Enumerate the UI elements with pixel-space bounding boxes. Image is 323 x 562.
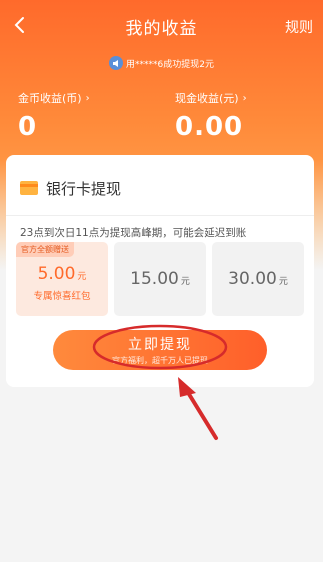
- speaker-icon: [109, 56, 124, 70]
- page-title: 我的收益: [125, 18, 198, 39]
- amount-value: 15.00 元: [130, 269, 190, 289]
- amount-number: 30.00: [228, 269, 277, 289]
- withdraw-notice: 用*****6成功提现2元: [0, 54, 323, 72]
- red-packet-label: 专属惊喜红包: [33, 291, 91, 302]
- peak-hint: 23点到次日11点为提现高峰期，可能会延迟到账: [20, 227, 247, 239]
- notice-text: 用*****6成功提现2元: [126, 59, 214, 70]
- amount-unit: 元: [77, 272, 87, 282]
- chevron-left-icon: [14, 17, 24, 33]
- withdraw-now-label: 立即提现: [128, 337, 192, 353]
- coin-balance-value: 0: [18, 112, 38, 142]
- nav-bar: 我的收益 规则: [0, 0, 323, 52]
- amount-value: 5.00 元: [38, 264, 87, 284]
- amount-number: 5.00: [37, 264, 76, 284]
- chevron-right-icon: ›: [242, 92, 247, 104]
- gift-badge: 官方全额赠送: [16, 242, 74, 257]
- amount-option-30[interactable]: 30.00 元: [212, 242, 304, 316]
- cash-balance-value: 0.00: [175, 112, 244, 142]
- coin-balance-label: 金币收益(币): [18, 92, 82, 105]
- coin-balance[interactable]: 金币收益(币) › 0: [18, 90, 90, 142]
- card-title: 银行卡提现: [46, 179, 122, 198]
- amount-option-5[interactable]: 官方全额赠送 5.00 元 专属惊喜红包: [16, 242, 108, 316]
- amount-unit: 元: [180, 277, 190, 287]
- amount-options: 官方全额赠送 5.00 元 专属惊喜红包 15.00 元 30.00 元: [16, 242, 304, 316]
- chevron-right-icon: ›: [85, 92, 90, 104]
- rules-link[interactable]: 规则: [285, 17, 313, 37]
- cash-balance[interactable]: 现金收益(元) › 0.00: [175, 90, 247, 142]
- amount-unit: 元: [278, 277, 288, 287]
- withdraw-now-button[interactable]: 立即提现 官方福利，超千万人已提现: [53, 330, 267, 370]
- amount-number: 15.00: [130, 269, 179, 289]
- cash-balance-label: 现金收益(元): [175, 92, 239, 105]
- cash-balance-label-row: 现金收益(元) ›: [175, 90, 247, 106]
- card-icon: [20, 181, 38, 195]
- card-header: 银行卡提现: [6, 155, 314, 203]
- back-button[interactable]: [8, 14, 30, 36]
- amount-option-15[interactable]: 15.00 元: [114, 242, 206, 316]
- annotation-arrow-shaft: [182, 384, 218, 440]
- coin-balance-label-row: 金币收益(币) ›: [18, 90, 90, 106]
- amount-value: 30.00 元: [228, 269, 288, 289]
- withdraw-now-subtitle: 官方福利，超千万人已提现: [112, 356, 208, 365]
